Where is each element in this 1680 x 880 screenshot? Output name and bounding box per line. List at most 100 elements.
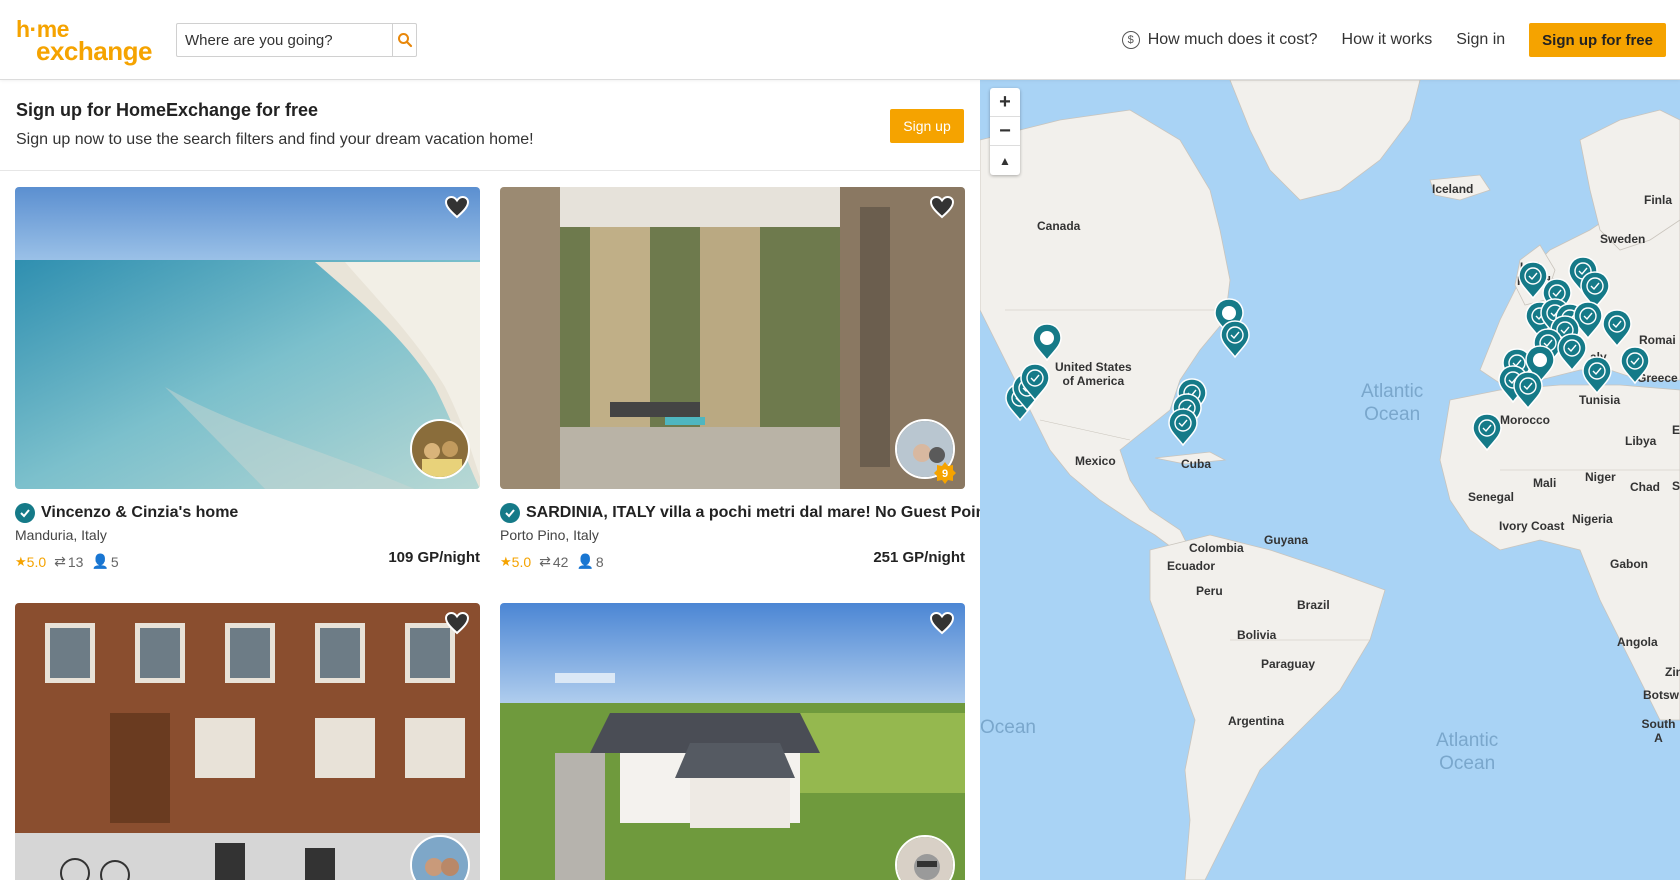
ocean-label-north-atlantic-line1: Atlantic xyxy=(1361,381,1424,402)
svg-text:9: 9 xyxy=(942,468,948,480)
map-label-mexico: Mexico xyxy=(1075,454,1116,468)
nav-how-it-works-link[interactable]: How it works xyxy=(1342,31,1433,49)
map-label-brazil: Brazil xyxy=(1297,598,1330,612)
listing-photo[interactable] xyxy=(500,603,965,880)
ocean-label-pacific: Ocean xyxy=(980,717,1036,738)
top-nav: $ How much does it cost? How it works Si… xyxy=(1121,0,1680,80)
listing-photo[interactable] xyxy=(15,187,480,489)
listing-card[interactable] xyxy=(15,603,480,880)
listing-location: Porto Pino, Italy xyxy=(500,527,599,543)
guests-icon: 👤 xyxy=(91,553,109,569)
listing-title-text: SARDINIA, ITALY villa a pochi metri dal … xyxy=(526,504,980,521)
zoom-out-button[interactable]: − xyxy=(990,117,1020,146)
guests-icon: 👤 xyxy=(576,553,594,569)
listing-photo[interactable] xyxy=(15,603,480,880)
listing-price: 109 GP/night xyxy=(388,549,480,566)
map-label-libya: Libya xyxy=(1625,434,1657,448)
banner-title: Sign up for HomeExchange for free xyxy=(16,100,319,120)
map-label-usa: United States of America xyxy=(1055,360,1132,388)
map-label-cuba: Cuba xyxy=(1181,457,1211,471)
nav-sign-in-link[interactable]: Sign in xyxy=(1456,31,1505,49)
verified-check-icon xyxy=(500,503,520,523)
ocean-label-south-atlantic-line1: Atlantic xyxy=(1436,730,1499,751)
logo-text-bottom: exchange xyxy=(36,36,152,66)
listing-title[interactable]: SARDINIA, ITALY villa a pochi metri dal … xyxy=(500,503,980,523)
favorite-heart-icon[interactable] xyxy=(444,611,470,635)
map-label-italy: aly xyxy=(1590,350,1607,364)
exchange-icon: ⇄ xyxy=(539,553,551,569)
map-label-tunisia: Tunisia xyxy=(1579,393,1621,407)
map-label-canada: Canada xyxy=(1037,219,1081,233)
star-icon: ★ xyxy=(15,553,27,569)
map-label-edge-s: S xyxy=(1672,479,1680,493)
listing-card[interactable] xyxy=(500,603,965,880)
ocean-label-north-atlantic: Atlantic Ocean xyxy=(1361,380,1423,426)
map-label-gabon: Gabon xyxy=(1610,557,1648,571)
ocean-label-south-atlantic: Atlantic Ocean xyxy=(1436,729,1498,775)
listing-rating: 5.0 xyxy=(511,553,532,570)
compass-reset-button[interactable]: ▲ xyxy=(990,146,1020,175)
verified-check-icon xyxy=(15,503,35,523)
banner-subtitle: Sign up now to use the search filters an… xyxy=(16,131,534,148)
map-label-sweden: Sweden xyxy=(1600,232,1646,246)
exchange-badge-icon: 9 xyxy=(934,462,956,484)
favorite-heart-icon[interactable] xyxy=(444,195,470,219)
listing-rating: 5.0 xyxy=(26,553,47,570)
listing-photo[interactable]: 9 xyxy=(500,187,965,489)
destination-search-input[interactable] xyxy=(177,24,392,56)
star-icon: ★ xyxy=(500,553,512,569)
zoom-in-button[interactable]: + xyxy=(990,88,1020,117)
map-label-guyana: Guyana xyxy=(1264,533,1309,547)
search-box xyxy=(176,23,417,57)
map-label-nigeria: Nigeria xyxy=(1572,512,1613,526)
favorite-heart-icon[interactable] xyxy=(929,611,955,635)
map-label-romania: Romai xyxy=(1639,333,1676,347)
world-map-landmass xyxy=(980,80,1680,880)
listing-exchanges-count: 42 xyxy=(552,553,569,570)
nav-pricing-link[interactable]: $ How much does it cost? xyxy=(1121,31,1318,49)
listing-stats: ★ 5.0 ⇄ 42 👤 8 xyxy=(500,553,612,570)
map-label-usa-line1: United States xyxy=(1055,360,1132,374)
homeexchange-logo[interactable]: h·me exchange xyxy=(16,16,166,66)
map-label-bolivia: Bolivia xyxy=(1237,628,1277,642)
map-label-botswana: Botsw xyxy=(1643,688,1679,702)
map-label-uk-top: Uni xyxy=(1520,260,1540,274)
map-label-greece: Greece xyxy=(1637,371,1678,385)
listing-guests-count: 5 xyxy=(110,553,119,570)
map-label-usa-line2: of America xyxy=(1062,374,1125,388)
map-label-colombia: Colombia xyxy=(1189,541,1244,555)
map-label-argentina: Argentina xyxy=(1228,714,1285,728)
listing-exchanges-count: 13 xyxy=(67,553,84,570)
results-map[interactable]: + − ▲ Iceland Canada Finla Sweden Uni Ki… xyxy=(980,80,1680,880)
search-button[interactable] xyxy=(392,24,416,56)
exchange-icon: ⇄ xyxy=(54,553,66,569)
map-label-morocco: Morocco xyxy=(1500,413,1551,427)
map-label-angola: Angola xyxy=(1617,635,1658,649)
map-label-edge-e: E xyxy=(1672,423,1680,437)
map-label-chad: Chad xyxy=(1630,480,1660,494)
listings-panel: Sign up for HomeExchange for free Sign u… xyxy=(0,80,980,880)
map-label-senegal: Senegal xyxy=(1468,490,1515,504)
listing-title-text: Vincenzo & Cinzia's home xyxy=(41,504,239,521)
top-header: h·me exchange $ How much does it cost? H… xyxy=(0,0,1680,80)
favorite-heart-icon[interactable] xyxy=(929,195,955,219)
host-avatar[interactable] xyxy=(410,419,470,479)
banner-signup-button[interactable]: Sign up xyxy=(890,109,964,143)
listing-card[interactable]: Vincenzo & Cinzia's home Manduria, Italy… xyxy=(15,187,480,577)
listing-card[interactable]: 9 SARDINIA, ITALY villa a pochi metri da… xyxy=(500,187,980,577)
map-label-ivory-coast: Ivory Coast xyxy=(1499,519,1565,533)
signup-banner: Sign up for HomeExchange for free Sign u… xyxy=(0,80,980,171)
listing-price: 251 GP/night xyxy=(873,549,965,566)
sign-up-free-button[interactable]: Sign up for free xyxy=(1529,23,1666,57)
map-zoom-controls: + − ▲ xyxy=(990,88,1020,175)
map-label-south-africa: South A xyxy=(1641,717,1676,745)
nav-pricing-label: How much does it cost? xyxy=(1147,31,1318,48)
map-label-zimbabwe: Zin xyxy=(1665,665,1680,679)
map-label-iceland: Iceland xyxy=(1432,182,1474,196)
map-label-spain: n xyxy=(1530,366,1538,380)
map-label-ecuador: Ecuador xyxy=(1167,559,1216,573)
listing-title[interactable]: Vincenzo & Cinzia's home xyxy=(15,503,238,523)
map-label-mali: Mali xyxy=(1533,476,1557,490)
map-label-niger: Niger xyxy=(1585,470,1616,484)
listing-location: Manduria, Italy xyxy=(15,527,107,543)
